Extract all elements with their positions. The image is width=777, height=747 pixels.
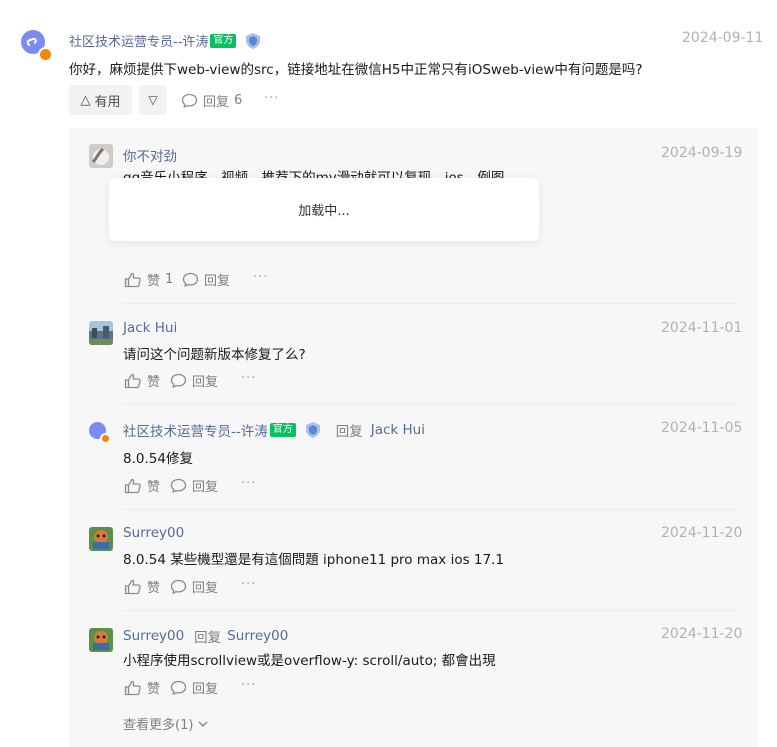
reply2-author[interactable]: Jack Hui bbox=[123, 320, 177, 336]
reply-label: 回复 bbox=[192, 375, 219, 390]
reply2-content: 请问这个问题新版本修复了么? bbox=[123, 347, 306, 363]
author-avatar[interactable] bbox=[21, 30, 55, 64]
loading-text: 加载中... bbox=[298, 204, 350, 219]
reply2-more-icon[interactable]: ··· bbox=[241, 371, 256, 386]
official-badge: 官方 bbox=[210, 33, 237, 48]
reply-label: 回复 bbox=[192, 682, 219, 697]
reply5-avatar[interactable] bbox=[89, 628, 113, 652]
reply5-date: 2024-11-20 bbox=[661, 626, 743, 642]
reply3-like-button[interactable]: 赞 bbox=[124, 476, 160, 495]
reply4-avatar[interactable] bbox=[89, 527, 113, 551]
like-label: 赞 bbox=[147, 375, 161, 390]
main-content: 你好，麻烦提供下web-view的src，链接地址在微信H5中正常只有iOSwe… bbox=[69, 62, 643, 78]
reply-count: 6 bbox=[234, 93, 243, 108]
official-badge: 官方 bbox=[269, 423, 296, 437]
like-label: 赞 bbox=[147, 480, 161, 495]
up-triangle-icon: △ bbox=[80, 92, 91, 108]
main-author-line: 社区技术运营专员--许涛 官方 bbox=[69, 31, 262, 50]
comment-bubble-icon bbox=[170, 373, 187, 388]
comment-bubble-icon bbox=[170, 680, 187, 695]
reply2-date: 2024-11-01 bbox=[661, 320, 743, 336]
divider bbox=[123, 404, 739, 405]
reply3-avatar[interactable] bbox=[89, 422, 113, 446]
reply-label: 回复 bbox=[192, 581, 219, 596]
reply1-author[interactable]: 你不对劲 bbox=[123, 145, 177, 165]
reply2-like-button[interactable]: 赞 bbox=[124, 371, 160, 390]
loading-toast: 加载中... bbox=[109, 178, 539, 241]
reply-label: 回复 bbox=[192, 480, 219, 495]
reply3-reply-button[interactable]: 回复 bbox=[170, 476, 218, 495]
reply3-date: 2024-11-05 bbox=[661, 420, 743, 436]
reply5-reply-button[interactable]: 回复 bbox=[170, 678, 218, 697]
reply-to-word: 回复 bbox=[335, 424, 363, 440]
reply1-reply-button[interactable]: 回复 bbox=[182, 270, 230, 289]
not-useful-button[interactable]: ▽ bbox=[139, 85, 167, 115]
comment-bubble-icon bbox=[181, 93, 198, 108]
reply3-author-line: 社区技术运营专员--许涛 官方 回复 Jack Hui bbox=[123, 420, 425, 440]
reply4-date: 2024-11-20 bbox=[661, 525, 743, 541]
like-label: 赞 bbox=[147, 274, 161, 289]
reply3-author[interactable]: 社区技术运营专员--许涛 bbox=[123, 420, 268, 440]
thumbs-up-icon bbox=[124, 680, 141, 695]
main-date: 2024-09-11 bbox=[682, 30, 764, 46]
reply4-more-icon[interactable]: ··· bbox=[241, 577, 256, 592]
divider bbox=[123, 509, 739, 510]
reply3-more-icon[interactable]: ··· bbox=[241, 476, 256, 491]
useful-button[interactable]: △ 有用 bbox=[69, 85, 132, 115]
more-options-icon[interactable]: ··· bbox=[264, 91, 279, 106]
reply3-content: 8.0.54修复 bbox=[123, 451, 193, 467]
reply1-like-button[interactable]: 赞 1 bbox=[124, 270, 173, 289]
reply2-reply-button[interactable]: 回复 bbox=[170, 371, 218, 390]
reply-to-word: 回复 bbox=[194, 630, 222, 646]
reply5-author[interactable]: Surrey00 bbox=[123, 628, 184, 644]
reply1-date: 2024-09-19 bbox=[661, 145, 743, 161]
reply5-like-button[interactable]: 赞 bbox=[124, 678, 160, 697]
reply4-like-button[interactable]: 赞 bbox=[124, 577, 160, 596]
reply1-avatar[interactable] bbox=[89, 144, 113, 168]
down-triangle-icon: ▽ bbox=[148, 93, 158, 107]
chevron-down-icon bbox=[198, 721, 208, 727]
like-label: 赞 bbox=[147, 682, 161, 697]
like-label: 赞 bbox=[147, 581, 161, 596]
divider bbox=[123, 303, 739, 304]
main-reply-button[interactable]: 回复 6 bbox=[181, 91, 242, 110]
reply5-author-line: Surrey00 回复 Surrey00 bbox=[123, 626, 288, 646]
thumbs-up-icon bbox=[124, 579, 141, 594]
see-more-label: 查看更多(1) bbox=[123, 718, 194, 733]
reply1-more-icon[interactable]: ··· bbox=[253, 270, 268, 285]
reply4-reply-button[interactable]: 回复 bbox=[170, 577, 218, 596]
reply1-content: qq音乐小程序，视频，推荐下的my滑动就可以复现，ios，例图 bbox=[123, 170, 505, 179]
reply3-reply-to[interactable]: Jack Hui bbox=[371, 422, 425, 438]
see-more-link[interactable]: 查看更多(1) bbox=[123, 714, 209, 733]
reply-label: 回复 bbox=[204, 274, 231, 289]
main-author-name[interactable]: 社区技术运营专员--许涛 bbox=[69, 31, 208, 50]
verified-shield-icon bbox=[244, 32, 262, 50]
thumbs-up-icon bbox=[124, 373, 141, 388]
reply4-content: 8.0.54 某些機型還是有這個問題 iphone11 pro max ios … bbox=[123, 552, 504, 568]
like-count: 1 bbox=[165, 272, 174, 287]
reply4-author[interactable]: Surrey00 bbox=[123, 525, 184, 541]
reply5-more-icon[interactable]: ··· bbox=[241, 678, 256, 693]
reply5-reply-to[interactable]: Surrey00 bbox=[227, 628, 288, 644]
verified-shield-icon bbox=[304, 421, 322, 439]
thumbs-up-icon bbox=[124, 478, 141, 493]
useful-label: 有用 bbox=[94, 94, 121, 110]
reply-label: 回复 bbox=[203, 95, 230, 110]
comment-bubble-icon bbox=[170, 478, 187, 493]
reply5-content: 小程序使用scrollview或是overflow-y: scroll/auto… bbox=[123, 653, 496, 669]
comment-bubble-icon bbox=[182, 272, 199, 287]
thumbs-up-icon bbox=[124, 272, 141, 287]
divider bbox=[123, 610, 739, 611]
reply2-avatar[interactable] bbox=[89, 321, 113, 345]
comment-bubble-icon bbox=[170, 579, 187, 594]
